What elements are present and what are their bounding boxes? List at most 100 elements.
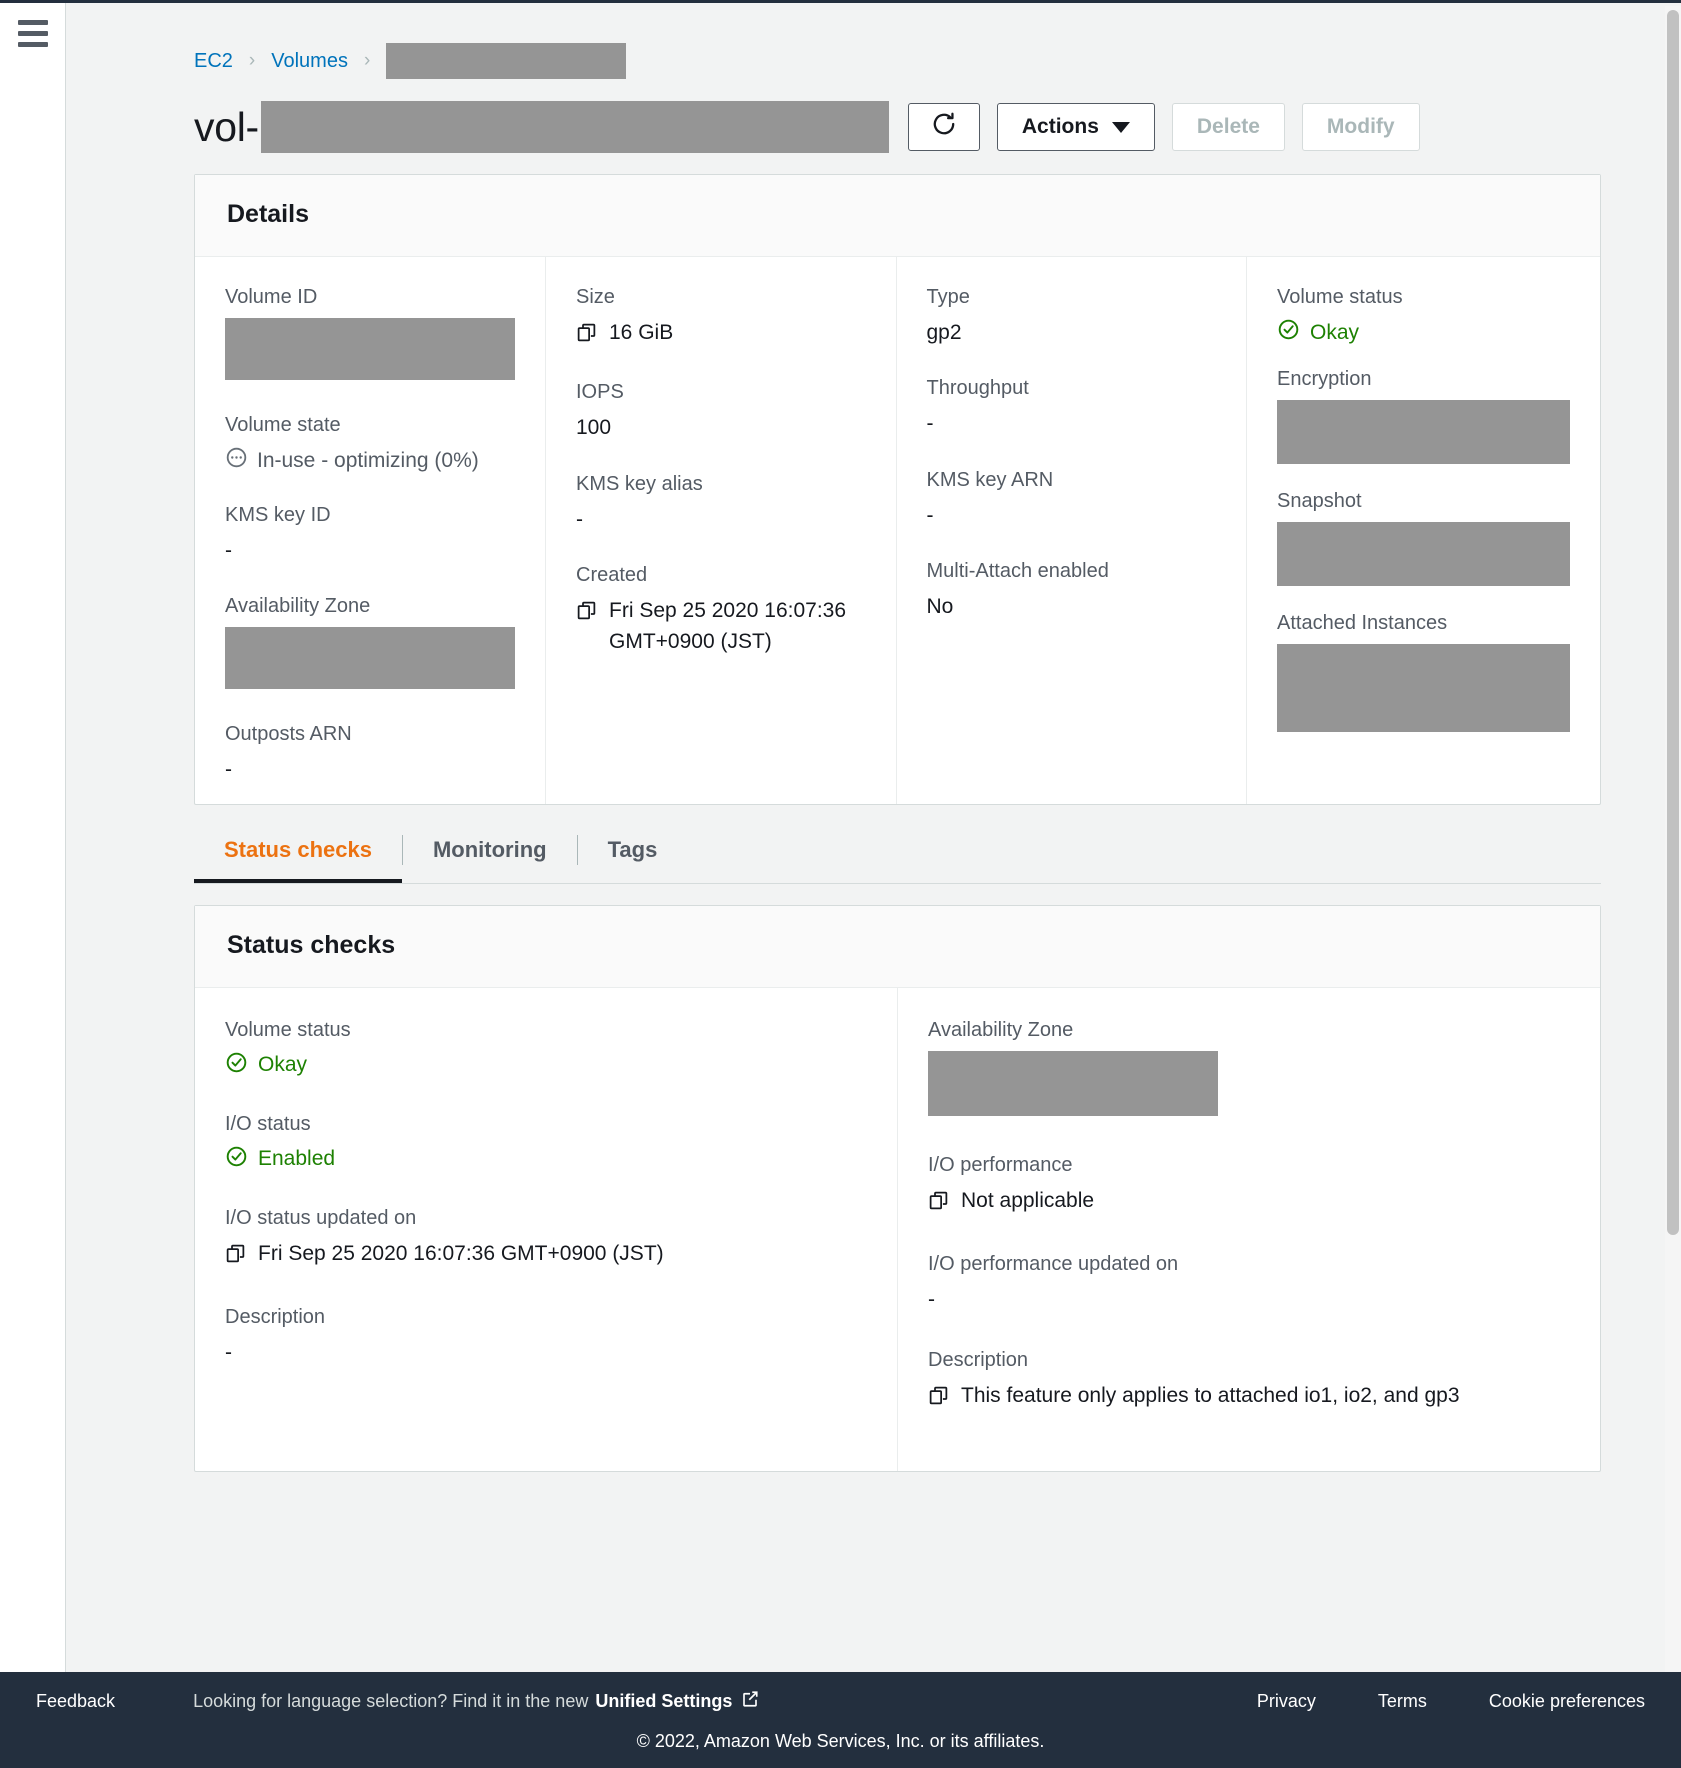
field-io-performance: I/O performance Not applicable [928,1153,1570,1220]
details-column-4: Volume status Okay Encryption Snapshot A… [1246,257,1600,804]
field-availability-zone: Availability Zone [225,594,515,694]
volume-id-label: Volume ID [225,286,318,308]
breadcrumb: EC2 › Volumes › [194,3,1601,79]
breadcrumb-separator-icon: › [248,50,256,71]
field-volume-status: Volume status Okay [1277,285,1570,347]
outposts-arn-label: Outposts ARN [225,723,352,746]
details-grid: Volume ID Volume state In-use - optimizi… [195,257,1600,804]
io-performance-label: I/O performance [928,1153,1073,1176]
field-kms-key-alias: KMS key alias - [576,472,866,535]
status-checks-card-header: Status checks [195,905,1600,988]
volume-state-text: In-use - optimizing (0%) [257,448,479,472]
volume-state-value: In-use - optimizing (0%) [225,446,515,475]
copy-icon[interactable] [576,322,597,352]
actions-dropdown-button[interactable]: Actions [996,103,1155,151]
copy-icon[interactable] [225,1243,246,1273]
field-io-status: I/O status Enabled [225,1112,867,1174]
field-type: Type gp2 [927,285,1217,348]
main-content-area: EC2 › Volumes › vol- Actions Delete Modi… [66,3,1681,1768]
field-created: Created Fri Sep 25 2020 16:07:36 GMT+090… [576,563,866,657]
privacy-link[interactable]: Privacy [1257,1691,1316,1712]
size-value-row: 16 GiB [576,318,866,352]
field-sc-availability-zone: Availability Zone [928,1018,1570,1121]
footer-copyright: © 2022, Amazon Web Services, Inc. or its… [636,1731,1045,1751]
iops-label: IOPS [576,381,624,404]
terms-link[interactable]: Terms [1378,1691,1427,1712]
details-title: Details [227,200,309,228]
field-sc-volume-status: Volume status Okay [225,1018,867,1080]
volume-id-redacted-value [225,318,515,380]
breadcrumb-item-ec2[interactable]: EC2 [194,50,233,73]
details-column-3: Type gp2 Throughput - KMS key ARN - Mult… [895,257,1247,804]
field-outposts-arn: Outposts ARN - [225,722,515,785]
field-volume-state: Volume state In-use - optimizing (0%) [225,413,515,475]
delete-button[interactable]: Delete [1171,103,1285,151]
size-value: 16 GiB [609,321,674,344]
chevron-down-icon [1111,121,1130,133]
hamburger-menu-icon[interactable] [17,20,48,47]
sc-description-right-label: Description [928,1348,1029,1371]
copy-icon[interactable] [928,1190,949,1220]
io-status-updated-value-row: Fri Sep 25 2020 16:07:36 GMT+0900 (JST) [225,1239,867,1273]
volume-status-label: Volume status [1277,286,1403,308]
throughput-value: - [926,412,934,436]
status-checks-grid: Volume status Okay I/O status Enabled I/… [195,987,1600,1472]
field-sc-description-right: Description This feature only applies to… [928,1348,1570,1415]
encryption-label: Encryption [1277,368,1372,390]
iops-value: 100 [576,416,612,440]
volume-status-value-row: Okay [1277,318,1570,347]
refresh-icon [931,111,957,143]
field-sc-description-left: Description - [225,1305,867,1368]
field-attached-instances: Attached Instances [1277,611,1570,737]
breadcrumb-item-volumes[interactable]: Volumes [271,50,348,73]
io-status-updated-label: I/O status updated on [225,1206,417,1229]
tab-status-checks[interactable]: Status checks [194,819,402,883]
volume-status-text: Okay [1310,320,1360,344]
modify-button[interactable]: Modify [1301,103,1420,151]
sc-description-right-value: This feature only applies to attached io… [961,1383,1460,1407]
details-card: Details Volume ID Volume state In-use - … [194,174,1601,805]
type-label: Type [926,286,970,308]
field-throughput: Throughput - [927,376,1217,439]
actions-button-label: Actions [1021,115,1099,138]
kms-key-arn-label: KMS key ARN [926,468,1054,491]
tab-bar: Status checks Monitoring Tags [194,819,1601,884]
vertical-scrollbar-thumb[interactable] [1667,10,1679,1235]
footer-links-row: Feedback Looking for language selection?… [36,1690,1645,1713]
check-circle-icon [1277,318,1300,347]
page-title-redacted [260,101,889,153]
copy-icon[interactable] [928,1385,949,1415]
status-checks-column-right: Availability Zone I/O performance Not ap… [897,987,1600,1472]
details-column-1: Volume ID Volume state In-use - optimizi… [195,257,545,804]
availability-zone-redacted-value [225,627,515,690]
tab-monitoring[interactable]: Monitoring [403,819,577,883]
encryption-redacted-value [1277,400,1570,464]
status-checks-card: Status checks Volume status Okay I/O sta… [194,904,1601,1473]
breadcrumb-separator-icon: › [363,50,371,71]
check-circle-icon [225,1051,248,1080]
status-checks-title: Status checks [227,930,396,959]
check-circle-icon [225,1145,248,1174]
copy-icon[interactable] [576,600,597,630]
sc-volume-status-text: Okay [258,1053,308,1077]
refresh-button[interactable] [907,103,980,151]
sc-availability-zone-redacted-value [928,1050,1218,1116]
field-multi-attach: Multi-Attach enabled No [927,559,1217,622]
tab-tags[interactable]: Tags [578,819,688,883]
field-iops: IOPS 100 [576,380,866,443]
left-navigation-rail [0,3,66,1768]
io-status-value-row: Enabled [225,1145,867,1174]
language-settings-notice: Looking for language selection? Find it … [193,1690,759,1713]
availability-zone-label: Availability Zone [225,595,371,618]
page-title-text: vol- [194,103,259,150]
breadcrumb-item-redacted[interactable] [386,43,627,79]
feedback-link[interactable]: Feedback [36,1691,115,1712]
cookie-preferences-link[interactable]: Cookie preferences [1489,1691,1645,1712]
pending-circle-icon [225,446,248,475]
vertical-scrollbar-track[interactable] [1665,6,1681,1768]
unified-settings-link[interactable]: Unified Settings [595,1691,732,1712]
footer-right-links: Privacy Terms Cookie preferences [1257,1691,1645,1712]
field-encryption: Encryption [1277,367,1570,469]
field-kms-key-id: KMS key ID - [225,503,515,566]
field-size: Size 16 GiB [576,285,866,352]
